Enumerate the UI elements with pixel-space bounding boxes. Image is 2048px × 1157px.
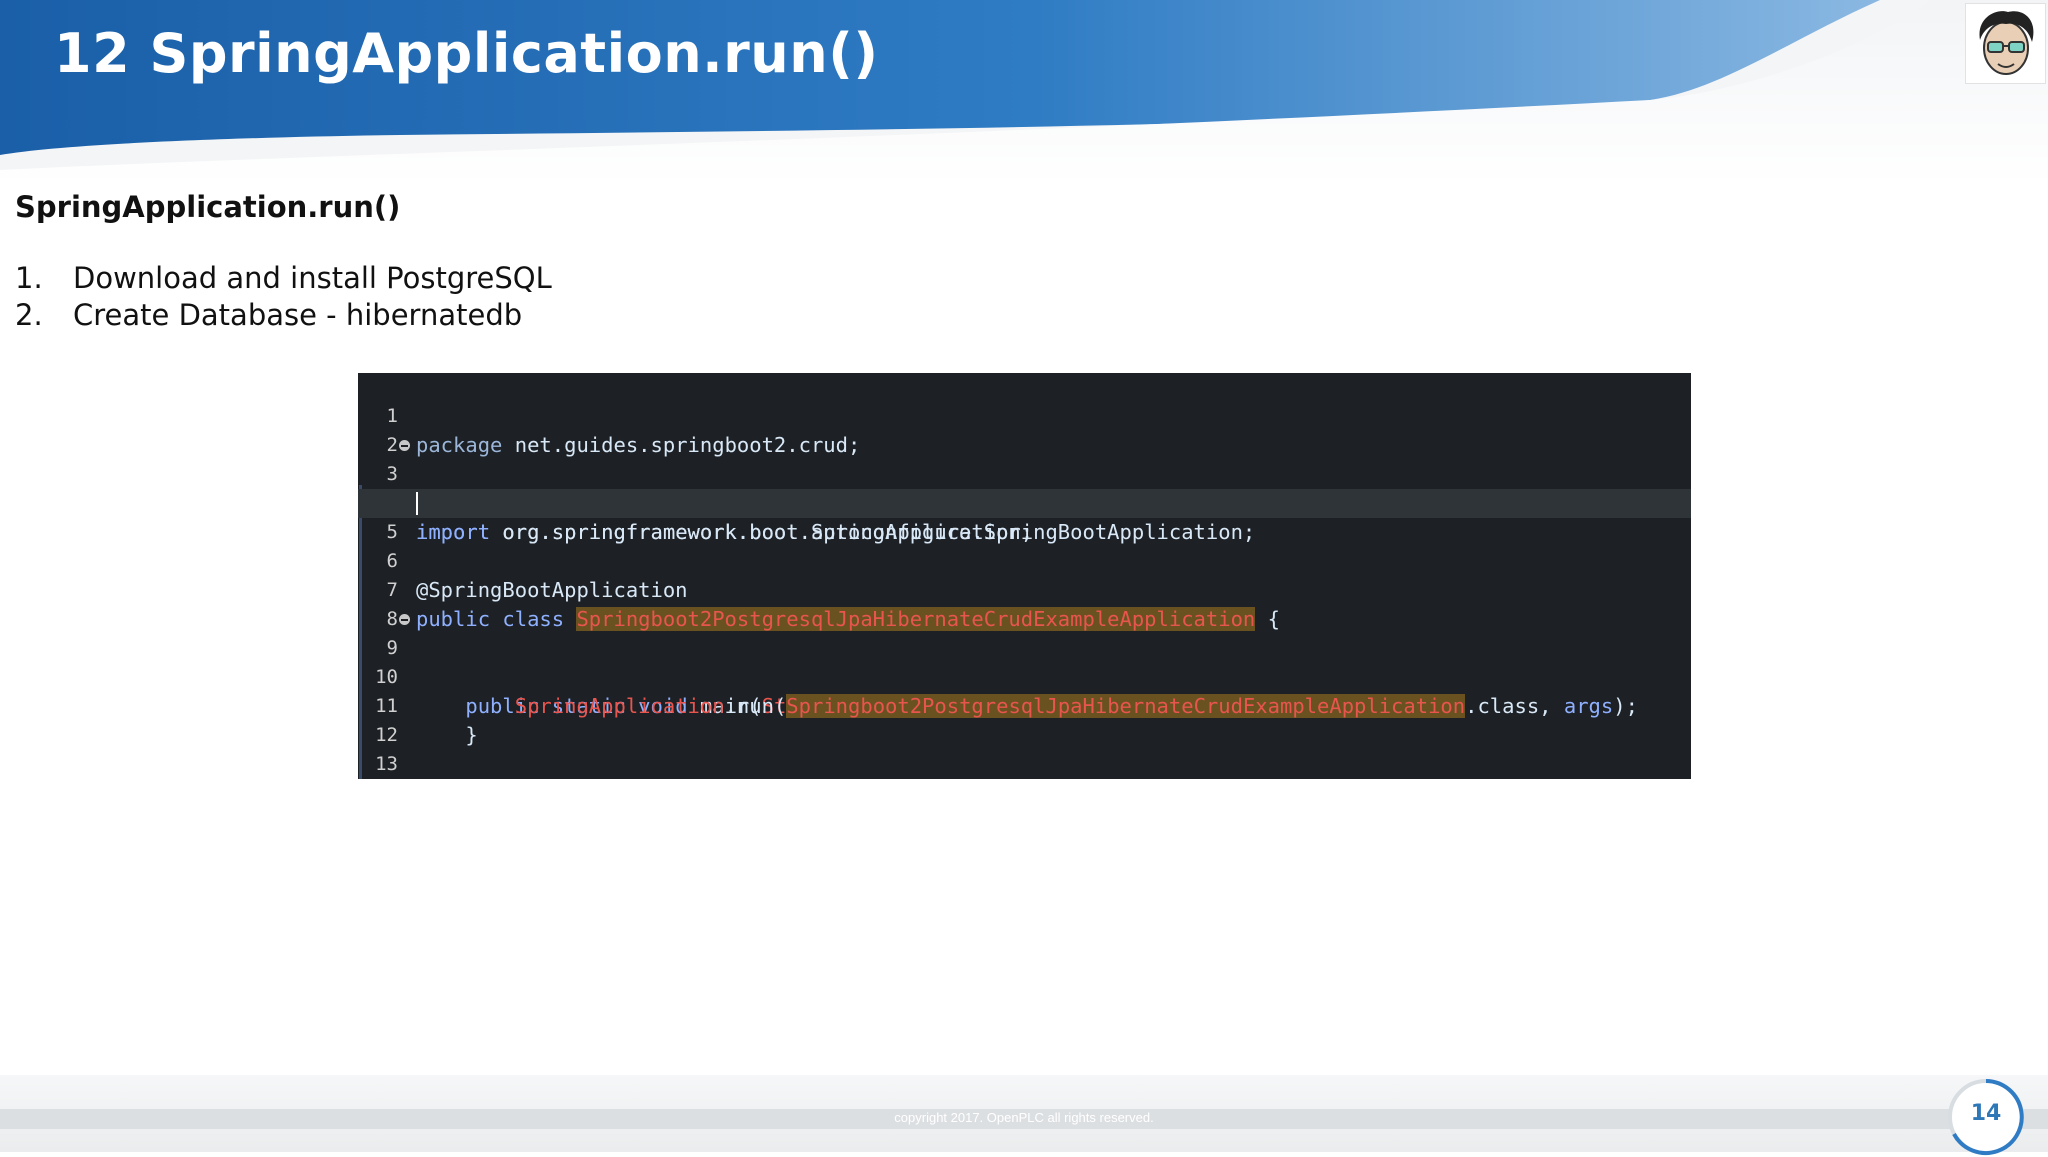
fold-collapse-icon[interactable] [399,440,410,451]
code-line-5: 5 [358,489,1691,543]
step-text: Create Database - hibernatedb [73,298,523,332]
list-item: 1. Download and install PostgreSQL [15,260,552,297]
code-editor-screenshot: 1 package net.guides.springboot2.crud; 2… [358,373,1691,779]
code-line-6: 6 @SpringBootApplication [358,518,1691,602]
step-number: 1. [15,261,43,295]
copyright-text: copyright 2017. OpenPLC all rights reser… [894,1110,1154,1125]
step-number: 2. [15,298,43,332]
code-line-12: 12 [358,692,1691,746]
step-text: Download and install PostgreSQL [73,261,552,295]
code-line-9: 9 public static void main(String[] args)… [358,605,1691,718]
code-line-1: 1 package net.guides.springboot2.crud; [358,373,1691,457]
code-line-8: 8 [358,576,1691,630]
steps-list: 1. Download and install PostgreSQL 2. Cr… [15,260,552,334]
slide-title: 12 SpringApplication.run() [54,22,879,85]
presenter-avatar [1965,3,2046,84]
fold-collapse-icon[interactable] [399,614,410,625]
code-line-14: 14 [358,750,1691,779]
code-line-7: 7 public class Springboot2PostgresqlJpaH… [358,547,1691,631]
code-line-3: 3 import org.springframework.boot.Spring… [358,431,1691,544]
code-line-4: 4 import org.springframework.boot.autoco… [358,460,1691,544]
list-item: 2. Create Database - hibernatedb [15,297,552,334]
text-cursor [416,492,418,515]
page-number: 14 [1970,1101,2002,1126]
avatar-icon [1979,11,2034,75]
code-line-10: 10 SpringApplication.run(Springboot2Post… [358,634,1691,718]
code-line-11: 11 } [358,663,1691,747]
section-heading: SpringApplication.run() [15,190,401,224]
code-line-2: 2 [358,402,1691,456]
code-line-13: 13 } [358,721,1691,775]
